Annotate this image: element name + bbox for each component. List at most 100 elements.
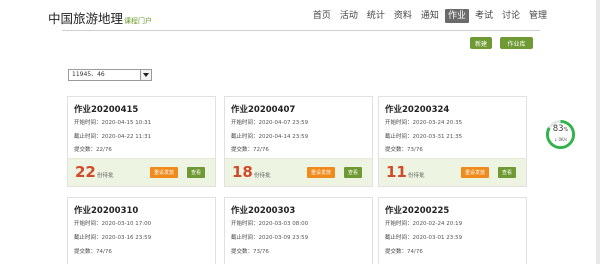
end-time-value: 2020-03-31 21:35 — [412, 134, 463, 140]
homework-card: 作业20200415 开始时间：2020-04-15 10:31 截止时间：20… — [67, 96, 216, 187]
view-button[interactable]: 查看 — [344, 167, 363, 178]
end-time-label: 截止时间： — [231, 134, 259, 140]
submit-count-row: 提交数：74/76 — [74, 247, 112, 255]
start-time-row: 开始时间：2020-02-24 20:19 — [385, 219, 462, 227]
progress-percent-value: 83 — [552, 124, 564, 134]
submit-count-label: 提交数： — [231, 249, 254, 255]
submit-count-row: 提交数：72/76 — [231, 145, 269, 153]
header-divider — [62, 30, 540, 31]
start-time-label: 开始时间： — [74, 120, 102, 126]
submit-count-row: 提交数：22/76 — [74, 145, 112, 153]
start-time-label: 开始时间： — [385, 120, 413, 126]
end-time-label: 截止时间： — [385, 235, 413, 241]
start-time-label: 开始时间： — [231, 120, 259, 126]
end-time-row: 截止时间：2020-03-09 23:59 — [231, 233, 308, 241]
homework-card: 作业20200324 开始时间：2020-03-24 20:35 截止时间：20… — [378, 96, 527, 187]
pending-count: 18 — [232, 163, 253, 181]
nav-materials[interactable]: 资料 — [391, 9, 415, 23]
pending-label: 份待批 — [408, 173, 425, 179]
nav-statistics[interactable]: 统计 — [364, 9, 388, 23]
progress-percent-sign: % — [563, 127, 569, 133]
submit-count-value: 74/76 — [407, 249, 423, 255]
main-nav: 首页 活动 统计 资料 通知 作业 考试 讨论 管理 — [310, 9, 550, 23]
start-time-row: 开始时间：2020-03-10 17:00 — [74, 219, 151, 227]
end-time-label: 截止时间： — [231, 235, 259, 241]
arrow-down-icon: ↓ — [553, 137, 558, 142]
homework-title[interactable]: 作业20200415 — [74, 103, 138, 115]
homework-library-button[interactable]: 作业库 — [500, 37, 533, 49]
submit-count-value: 73/76 — [253, 249, 269, 255]
start-time-label: 开始时间： — [231, 221, 259, 227]
card-footer: 11 份待批 重设发放 查看 — [379, 158, 526, 186]
homework-title[interactable]: 作业20200225 — [385, 204, 449, 216]
card-footer: 22 份待批 重设发放 查看 — [68, 158, 215, 186]
start-time-row: 开始时间：2020-03-24 20:35 — [385, 118, 462, 126]
view-button[interactable]: 查看 — [187, 167, 206, 178]
end-time-label: 截止时间： — [74, 235, 102, 241]
end-time-value: 2020-04-14 23:59 — [258, 134, 309, 140]
start-time-value: 2020-03-24 20:35 — [412, 120, 463, 126]
pending-count: 22 — [75, 163, 96, 181]
start-time-row: 开始时间：2020-04-07 23:59 — [231, 118, 308, 126]
nav-activity[interactable]: 活动 — [337, 9, 361, 23]
submit-count-row: 提交数：74/76 — [385, 247, 423, 255]
homework-card: 作业20200407 开始时间：2020-04-07 23:59 截止时间：20… — [224, 96, 373, 187]
start-time-row: 开始时间：2020-03-03 08:00 — [231, 219, 308, 227]
submit-count-value: 22/76 — [96, 147, 112, 153]
start-time-value: 2020-04-15 10:31 — [101, 120, 152, 126]
homework-card: 作业20200225 开始时间：2020-02-24 20:19 截止时间：20… — [378, 197, 527, 264]
start-time-value: 2020-03-03 08:00 — [258, 221, 309, 227]
network-speed-value: 0K/s — [558, 137, 568, 142]
nav-manage[interactable]: 管理 — [526, 9, 550, 23]
end-time-row: 截止时间：2020-03-01 23:59 — [385, 233, 462, 241]
start-time-label: 开始时间： — [74, 221, 102, 227]
submit-count-label: 提交数： — [385, 147, 408, 153]
end-time-row: 截止时间：2020-03-31 21:35 — [385, 132, 462, 140]
submit-count-label: 提交数： — [231, 147, 254, 153]
end-time-value: 2020-04-22 11:31 — [101, 134, 152, 140]
class-select[interactable]: 11945、46 — [68, 69, 152, 81]
submit-count-value: 72/76 — [253, 147, 269, 153]
course-logo[interactable]: 中国旅游地理课程门户 — [48, 8, 152, 27]
course-title: 中国旅游地理 — [48, 11, 124, 26]
nav-exam[interactable]: 考试 — [472, 9, 496, 23]
resend-button[interactable]: 重设发放 — [150, 167, 179, 178]
new-homework-button[interactable]: 新建 — [470, 37, 492, 49]
start-time-value: 2020-03-10 17:00 — [101, 221, 152, 227]
submit-count-value: 74/76 — [96, 249, 112, 255]
resend-button[interactable]: 重设发放 — [461, 167, 490, 178]
homework-card: 作业20200310 开始时间：2020-03-10 17:00 截止时间：20… — [67, 197, 216, 264]
pending-label: 份待批 — [254, 173, 271, 179]
homework-title[interactable]: 作业20200303 — [231, 204, 295, 216]
resend-button[interactable]: 重设发放 — [307, 167, 336, 178]
page-scrollbar[interactable] — [596, 0, 600, 264]
nav-homework[interactable]: 作业 — [444, 9, 469, 23]
end-time-row: 截止时间：2020-03-16 23:59 — [74, 233, 151, 241]
nav-discussion[interactable]: 讨论 — [499, 9, 523, 23]
homework-card: 作业20200303 开始时间：2020-03-03 08:00 截止时间：20… — [224, 197, 373, 264]
nav-notice[interactable]: 通知 — [418, 9, 442, 23]
view-button[interactable]: 查看 — [498, 167, 517, 178]
card-footer: 18 份待批 重设发放 查看 — [225, 158, 372, 186]
submit-count-row: 提交数：73/76 — [385, 145, 423, 153]
homework-title[interactable]: 作业20200310 — [74, 204, 138, 216]
pending-count: 11 — [386, 163, 407, 181]
homework-title[interactable]: 作业20200407 — [231, 103, 295, 115]
start-time-row: 开始时间：2020-04-15 10:31 — [74, 118, 151, 126]
end-time-value: 2020-03-09 23:59 — [258, 235, 309, 241]
class-select-value: 11945、46 — [72, 71, 105, 78]
homework-title[interactable]: 作业20200324 — [385, 103, 449, 115]
start-time-value: 2020-02-24 20:19 — [412, 221, 463, 227]
submit-count-label: 提交数： — [385, 249, 408, 255]
start-time-value: 2020-04-07 23:59 — [258, 120, 309, 126]
submit-count-label: 提交数： — [74, 147, 97, 153]
end-time-row: 截止时间：2020-04-22 11:31 — [74, 132, 151, 140]
end-time-row: 截止时间：2020-04-14 23:59 — [231, 132, 308, 140]
course-portal-label: 课程门户 — [124, 17, 153, 25]
nav-home[interactable]: 首页 — [310, 9, 334, 23]
pending-label: 份待批 — [97, 173, 114, 179]
submit-count-value: 73/76 — [407, 147, 423, 153]
end-time-label: 截止时间： — [385, 134, 413, 140]
chevron-down-icon[interactable] — [140, 70, 151, 80]
homework-page: 中国旅游地理课程门户 首页 活动 统计 资料 通知 作业 考试 讨论 管理 新建… — [0, 0, 600, 264]
